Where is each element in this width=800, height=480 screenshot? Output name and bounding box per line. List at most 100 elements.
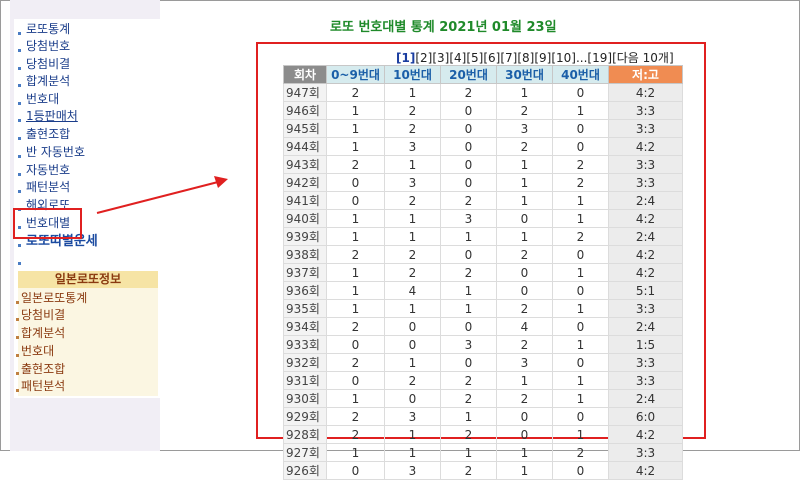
- cell-10s: 4: [384, 281, 441, 300]
- cell-round: 934회: [283, 317, 327, 336]
- cell-20s: 0: [440, 101, 497, 120]
- page-link-19[interactable]: [19]: [587, 51, 612, 65]
- col-header-low-high: 저:고: [608, 65, 683, 84]
- cell-round: 931회: [283, 371, 327, 390]
- cell-20s: 2: [440, 191, 497, 210]
- cell-low-high: 3:3: [608, 155, 683, 174]
- table-row: 929회 2 3 1 0 0 6:0: [283, 407, 683, 426]
- cell-20s: 1: [440, 443, 497, 462]
- cell-40s: 0: [552, 353, 609, 372]
- cell-round: 932회: [283, 353, 327, 372]
- page-link-6[interactable]: [6]: [483, 51, 500, 65]
- cell-30s: 2: [496, 335, 553, 354]
- table-row: 926회 0 3 2 1 0 4:2: [283, 461, 683, 480]
- cell-30s: 3: [496, 119, 553, 138]
- page-link-10[interactable]: [10]: [551, 51, 576, 65]
- page-link-7[interactable]: [7]: [500, 51, 517, 65]
- cell-30s: 1: [496, 83, 553, 102]
- cell-round: 944회: [283, 137, 327, 156]
- cell-low-high: 3:3: [608, 353, 683, 372]
- cell-40s: 0: [552, 461, 609, 480]
- cell-20s: 2: [440, 389, 497, 408]
- cell-30s: 1: [496, 155, 553, 174]
- cell-0-9: 1: [326, 227, 385, 246]
- cell-10s: 1: [384, 353, 441, 372]
- page-link-next-10[interactable]: [다음 10개]: [612, 51, 674, 65]
- page-title: 로또 번호대별 통계 2021년 01월 23일: [330, 20, 557, 35]
- cell-low-high: 4:2: [608, 137, 683, 156]
- cell-round: 946회: [283, 101, 327, 120]
- cell-10s: 2: [384, 245, 441, 264]
- cell-0-9: 2: [326, 245, 385, 264]
- cell-10s: 0: [384, 389, 441, 408]
- cell-40s: 0: [552, 317, 609, 336]
- cell-low-high: 4:2: [608, 209, 683, 228]
- cell-round: 929회: [283, 407, 327, 426]
- cell-40s: 1: [552, 101, 609, 120]
- cell-round: 928회: [283, 425, 327, 444]
- cell-0-9: 1: [326, 263, 385, 282]
- table-row: 936회 1 4 1 0 0 5:1: [283, 281, 683, 300]
- table-row: 933회 0 0 3 2 1 1:5: [283, 335, 683, 354]
- table-row: 934회 2 0 0 4 0 2:4: [283, 317, 683, 336]
- cell-30s: 2: [496, 245, 553, 264]
- cell-20s: 0: [440, 245, 497, 264]
- cell-round: 947회: [283, 83, 327, 102]
- cell-40s: 0: [552, 245, 609, 264]
- page-link-5[interactable]: [5]: [466, 51, 483, 65]
- cell-low-high: 4:2: [608, 245, 683, 264]
- table-row: 938회 2 2 0 2 0 4:2: [283, 245, 683, 264]
- cell-40s: 1: [552, 191, 609, 210]
- page-link-1[interactable]: [1]: [396, 51, 415, 65]
- cell-low-high: 3:3: [608, 119, 683, 138]
- cell-round: 938회: [283, 245, 327, 264]
- cell-30s: 1: [496, 461, 553, 480]
- table-row: 943회 2 1 0 1 2 3:3: [283, 155, 683, 174]
- cell-20s: 3: [440, 335, 497, 354]
- cell-20s: 0: [440, 155, 497, 174]
- cell-20s: 2: [440, 371, 497, 390]
- cell-30s: 1: [496, 227, 553, 246]
- col-header-30s: 30번대: [496, 65, 553, 84]
- cell-0-9: 1: [326, 281, 385, 300]
- cell-10s: 2: [384, 371, 441, 390]
- cell-30s: 1: [496, 371, 553, 390]
- cell-10s: 3: [384, 461, 441, 480]
- cell-40s: 0: [552, 119, 609, 138]
- cell-20s: 1: [440, 227, 497, 246]
- cell-10s: 0: [384, 317, 441, 336]
- cell-10s: 2: [384, 263, 441, 282]
- cell-low-high: 3:3: [608, 443, 683, 462]
- cell-30s: 1: [496, 191, 553, 210]
- cell-round: 930회: [283, 389, 327, 408]
- cell-40s: 1: [552, 299, 609, 318]
- cell-40s: 1: [552, 209, 609, 228]
- table-row: 944회 1 3 0 2 0 4:2: [283, 137, 683, 156]
- cell-30s: 0: [496, 281, 553, 300]
- page-link-9[interactable]: [9]: [534, 51, 551, 65]
- cell-10s: 1: [384, 83, 441, 102]
- cell-40s: 2: [552, 443, 609, 462]
- cell-30s: 0: [496, 209, 553, 228]
- cell-0-9: 0: [326, 173, 385, 192]
- col-header-10s: 10번대: [384, 65, 441, 84]
- table-row: 935회 1 1 1 2 1 3:3: [283, 299, 683, 318]
- cell-30s: 3: [496, 353, 553, 372]
- page-link-2[interactable]: [2]: [415, 51, 432, 65]
- cell-0-9: 0: [326, 335, 385, 354]
- cell-low-high: 2:4: [608, 389, 683, 408]
- cell-low-high: 4:2: [608, 83, 683, 102]
- cell-30s: 2: [496, 137, 553, 156]
- page-link-3[interactable]: [3]: [432, 51, 449, 65]
- page-link-4[interactable]: [4]: [449, 51, 466, 65]
- table-header-row: 회차 0~9번대 10번대 20번대 30번대 40번대 저:고: [283, 65, 683, 84]
- cell-40s: 0: [552, 83, 609, 102]
- page-link-8[interactable]: [8]: [517, 51, 534, 65]
- cell-40s: 2: [552, 155, 609, 174]
- cell-0-9: 2: [326, 317, 385, 336]
- cell-0-9: 1: [326, 137, 385, 156]
- pagination: [1][2][3][4][5][6][7][8][9][10]...[19][다…: [396, 49, 674, 66]
- cell-30s: 2: [496, 299, 553, 318]
- table-row: 941회 0 2 2 1 1 2:4: [283, 191, 683, 210]
- cell-low-high: 4:2: [608, 461, 683, 480]
